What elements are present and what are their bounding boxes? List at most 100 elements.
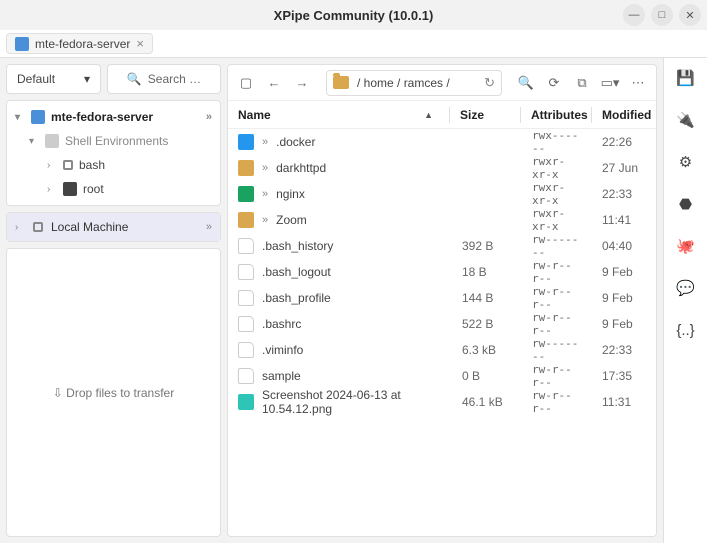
drop-label: ⇩ Drop files to transfer [53, 386, 174, 400]
col-modified[interactable]: Modified [592, 108, 656, 122]
back-button[interactable]: ← [262, 71, 286, 95]
discord-icon[interactable]: 💬 [676, 278, 696, 298]
file-size: 522 B [452, 317, 522, 331]
titlebar: XPipe Community (10.0.1) — □ ✕ [0, 0, 707, 30]
folder-icon [238, 212, 254, 228]
file-icon [238, 290, 254, 306]
forward-button[interactable]: → [290, 71, 314, 95]
refresh-button[interactable]: ⟳ [542, 71, 566, 95]
file-mod: 9 Feb [592, 291, 656, 305]
profile-label: Default [17, 72, 55, 86]
folder-icon [333, 76, 349, 89]
file-row[interactable]: .bash_profile144 Brw-r--r--9 Feb [228, 285, 656, 311]
file-attr: rwxr-xr-x [522, 155, 592, 181]
file-size: 392 B [452, 239, 522, 253]
col-size[interactable]: Size [450, 108, 520, 122]
file-icon [238, 342, 254, 358]
maximize-button[interactable]: □ [651, 4, 673, 26]
search-icon: 🔍 [127, 72, 142, 86]
file-row[interactable]: »darkhttpdrwxr-xr-x27 Jun [228, 155, 656, 181]
profile-selector[interactable]: Default ▾ [6, 64, 101, 94]
root-label: root [83, 182, 104, 196]
tree-host-row[interactable]: ▾ mte-fedora-server » [7, 105, 220, 129]
file-size: 18 B [452, 265, 522, 279]
tab-label: mte-fedora-server [35, 37, 130, 51]
github-icon[interactable]: 🐙 [676, 236, 696, 256]
file-name: nginx [276, 187, 305, 201]
chevron-right-icon: › [15, 222, 25, 233]
file-attr: rw-r--r-- [522, 389, 592, 415]
terminal-button[interactable]: ▢ [234, 71, 258, 95]
chevron-right-icon[interactable]: » [206, 221, 212, 233]
tree-bash[interactable]: › bash [7, 153, 220, 177]
file-browser: ▢ ← → / home / ramces / ↻ 🔍 ⟳ ⧉ ▭▾ ⋯ Nam… [227, 64, 657, 537]
folder-icon [238, 186, 254, 202]
app-title: XPipe Community (10.0.1) [274, 8, 434, 23]
chevron-right-icon[interactable]: » [206, 111, 212, 123]
open-folder-button[interactable]: ▭▾ [598, 71, 622, 95]
file-mod: 22:26 [592, 135, 656, 149]
file-size: 46.1 kB [452, 395, 522, 409]
file-row[interactable]: Screenshot 2024-06-13 at 10.54.12.png46.… [228, 389, 656, 415]
bash-label: bash [79, 158, 105, 172]
file-name: .bashrc [262, 317, 301, 331]
local-machine-panel: › Local Machine » [6, 212, 221, 242]
tab-mte-fedora-server[interactable]: mte-fedora-server × [6, 33, 153, 54]
pro-icon[interactable]: ⬣ [676, 194, 696, 214]
file-list: ».dockerrwx------22:26»darkhttpdrwxr-xr-… [228, 129, 656, 536]
file-icon [238, 368, 254, 384]
file-attr: rw-r--r-- [522, 311, 592, 337]
plug-icon[interactable]: 🔌 [676, 110, 696, 130]
save-icon[interactable]: 💾 [676, 68, 696, 88]
machine-icon [33, 222, 43, 232]
file-name: .viminfo [262, 343, 303, 357]
file-toolbar: ▢ ← → / home / ramces / ↻ 🔍 ⟳ ⧉ ▭▾ ⋯ [228, 65, 656, 101]
file-row[interactable]: .bashrc522 Brw-r--r--9 Feb [228, 311, 656, 337]
file-name: .bash_profile [262, 291, 331, 305]
file-row[interactable]: ».dockerrwx------22:26 [228, 129, 656, 155]
file-attr: rw-r--r-- [522, 259, 592, 285]
sort-asc-icon: ▲ [424, 110, 433, 120]
file-mod: 17:35 [592, 369, 656, 383]
close-button[interactable]: ✕ [679, 4, 701, 26]
host-icon [15, 37, 29, 51]
host-label: mte-fedora-server [51, 110, 153, 124]
file-icon [238, 264, 254, 280]
file-row[interactable]: .bash_history 392 Brw-------04:40 [228, 233, 656, 259]
search-button[interactable]: 🔍 Search … [107, 64, 221, 94]
file-name: darkhttpd [276, 161, 326, 175]
file-row[interactable]: »Zoomrwxr-xr-x11:41 [228, 207, 656, 233]
local-machine-row[interactable]: › Local Machine » [7, 213, 220, 241]
file-row[interactable]: .viminfo6.3 kBrw-------22:33 [228, 337, 656, 363]
more-button[interactable]: ⋯ [626, 71, 650, 95]
col-attributes[interactable]: Attributes [521, 108, 591, 122]
chevron-right-icon: » [262, 136, 268, 148]
minimize-button[interactable]: — [623, 4, 645, 26]
tab-close-icon[interactable]: × [136, 36, 144, 51]
file-attr: rw------- [522, 337, 592, 363]
local-machine-label: Local Machine [51, 220, 128, 234]
file-attr: rw------- [522, 233, 592, 259]
file-row[interactable]: .bash_logout18 Brw-r--r--9 Feb [228, 259, 656, 285]
file-mod: 04:40 [592, 239, 656, 253]
shell-env-label: Shell Environments [65, 134, 168, 148]
file-row[interactable]: »nginxrwxr-xr-x22:33 [228, 181, 656, 207]
path-input[interactable]: / home / ramces / ↻ [326, 70, 502, 96]
file-header: Name ▲ Size Attributes Modified [228, 101, 656, 129]
chevron-right-icon: » [262, 162, 268, 174]
file-size: 6.3 kB [452, 343, 522, 357]
drop-zone[interactable]: ⇩ Drop files to transfer [6, 248, 221, 537]
tree-shell-env[interactable]: ▾ Shell Environments [7, 129, 220, 153]
search-file-button[interactable]: 🔍 [514, 71, 538, 95]
connection-tree: ▾ mte-fedora-server » ▾ Shell Environmen… [6, 100, 221, 206]
file-mod: 11:41 [592, 213, 656, 227]
col-name[interactable]: Name ▲ [228, 108, 449, 122]
new-window-button[interactable]: ⧉ [570, 71, 594, 95]
file-name: .bash_history [262, 239, 333, 253]
shell-icon [63, 160, 73, 170]
api-icon[interactable]: {..} [676, 320, 696, 340]
file-row[interactable]: sample0 Brw-r--r--17:35 [228, 363, 656, 389]
history-icon[interactable]: ↻ [484, 75, 495, 91]
gear-icon[interactable]: ⚙ [676, 152, 696, 172]
tree-root[interactable]: › root [7, 177, 220, 201]
